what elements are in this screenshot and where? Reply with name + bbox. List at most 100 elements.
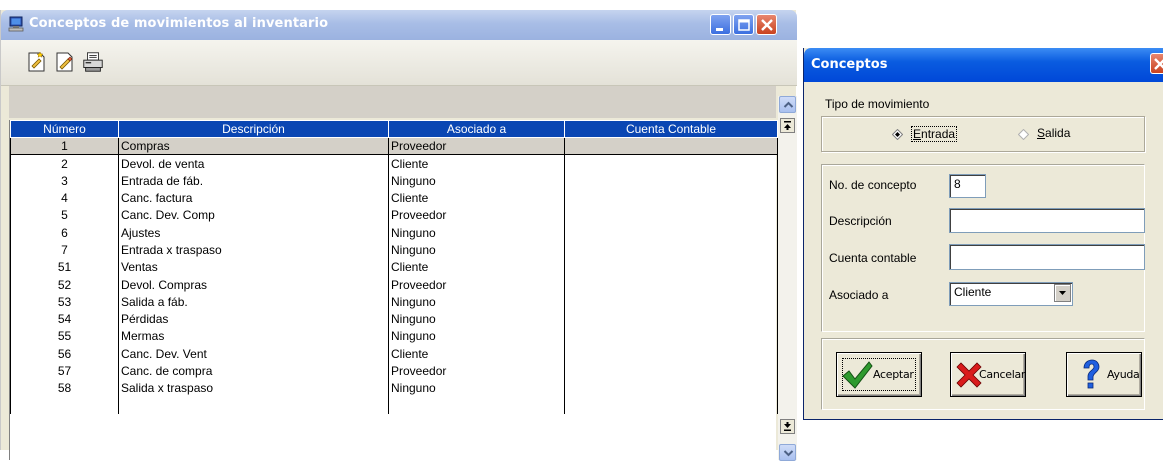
cell-descripcion: Entrada de fáb. <box>118 172 389 190</box>
new-document-icon[interactable] <box>25 50 49 74</box>
table-row[interactable]: 1 Compras Proveedor <box>10 136 778 156</box>
edit-document-icon[interactable] <box>53 50 77 74</box>
filter-strip <box>9 86 776 118</box>
cuenta-contable-field[interactable] <box>949 244 1145 270</box>
radio-salida-label: Salida <box>1037 126 1070 140</box>
close-button[interactable] <box>756 14 777 35</box>
cell-cuenta <box>564 206 778 224</box>
table-row[interactable]: 6 Ajustes Ninguno <box>10 223 778 242</box>
cell-numero: 4 <box>10 189 119 207</box>
dialog-close-button[interactable] <box>1150 53 1163 74</box>
cell-cuenta <box>564 241 778 259</box>
cell-descripcion: Canc. Dev. Vent <box>118 345 389 363</box>
cell-descripcion: Devol. Compras <box>118 275 389 294</box>
descripcion-field[interactable] <box>949 208 1145 233</box>
cell-cuenta <box>564 223 778 242</box>
scroll-top-button[interactable] <box>780 118 795 133</box>
scroll-up-icon <box>783 101 794 108</box>
table-row[interactable]: 3 Entrada de fáb. Ninguno <box>10 172 778 190</box>
radio-entrada[interactable]: Entrada <box>892 117 992 151</box>
vertical-scrollbar[interactable] <box>778 96 797 461</box>
scroll-top-icon <box>784 121 791 130</box>
cancelar-button[interactable]: Cancelar <box>950 352 1026 397</box>
cell-cuenta <box>564 172 778 190</box>
radio-selected-icon <box>892 129 903 140</box>
table-row[interactable]: 2 Devol. de venta Cliente <box>10 154 778 173</box>
radio-entrada-accel: E <box>913 127 922 141</box>
descripcion-label: Descripción <box>829 214 892 228</box>
column-header-cuenta[interactable]: Cuenta Contable <box>564 120 778 138</box>
column-header-descripcion[interactable]: Descripción <box>118 120 389 138</box>
cell-cuenta <box>564 189 778 207</box>
maximize-button[interactable] <box>733 14 754 35</box>
cell-asociado: Ninguno <box>388 379 565 397</box>
cell-numero: 2 <box>10 154 119 173</box>
cuenta-contable-label: Cuenta contable <box>829 251 917 265</box>
dialog-title-bar[interactable]: Conceptos <box>804 48 1163 82</box>
cell-numero: 55 <box>10 327 119 346</box>
minimize-button[interactable] <box>710 14 731 35</box>
cell-descripcion: Entrada x traspaso <box>118 241 389 259</box>
cell-asociado: Ninguno <box>388 223 565 242</box>
cell-numero: 53 <box>10 293 119 311</box>
table-row[interactable]: 55 Mermas Ninguno <box>10 327 778 346</box>
cell-asociado: Ninguno <box>388 310 565 328</box>
scroll-down-button[interactable] <box>779 444 796 461</box>
ayuda-label: Ayuda <box>1107 368 1140 381</box>
empty-row <box>10 396 778 415</box>
cell-cuenta <box>564 310 778 328</box>
cell-descripcion: Pérdidas <box>118 310 389 328</box>
printer-icon[interactable] <box>81 50 105 74</box>
cell-descripcion: Canc. de compra <box>118 362 389 380</box>
cell-numero: 7 <box>10 241 119 259</box>
table-row[interactable]: 52 Devol. Compras Proveedor <box>10 275 778 294</box>
table-row[interactable]: 7 Entrada x traspaso Ninguno <box>10 241 778 259</box>
cell-descripcion: Mermas <box>118 327 389 346</box>
movement-type-group: Entrada Salida <box>821 116 1145 152</box>
cell-cuenta <box>564 379 778 397</box>
minimize-icon <box>716 28 723 31</box>
table-row[interactable]: 56 Canc. Dev. Vent Cliente <box>10 345 778 363</box>
radio-unselected-icon <box>1018 129 1029 140</box>
table-row[interactable]: 51 Ventas Cliente <box>10 258 778 276</box>
cell-descripcion: Salida a fáb. <box>118 293 389 311</box>
table-row[interactable]: 58 Salida x traspaso Ninguno <box>10 379 778 397</box>
cell-asociado: Proveedor <box>388 206 565 224</box>
cell-descripcion: Canc. Dev. Comp <box>118 206 389 224</box>
cell-cuenta <box>564 327 778 346</box>
cell-cuenta <box>564 275 778 294</box>
table-row[interactable]: 5 Canc. Dev. Comp Proveedor <box>10 206 778 224</box>
no-concepto-field[interactable]: 8 <box>949 174 986 198</box>
cell-cuenta <box>564 258 778 276</box>
column-header-asociado[interactable]: Asociado a <box>388 120 565 138</box>
dropdown-button[interactable] <box>1054 284 1071 302</box>
cell-numero: 6 <box>10 223 119 242</box>
window-title: Conceptos de movimientos al inventario <box>29 16 329 31</box>
cell-numero: 57 <box>10 362 119 380</box>
scroll-bottom-icon <box>784 422 791 431</box>
cell-descripcion: Salida x traspaso <box>118 379 389 397</box>
radio-salida-text: alida <box>1045 126 1071 140</box>
table-row[interactable]: 53 Salida a fáb. Ninguno <box>10 293 778 311</box>
radio-entrada-label: Entrada <box>911 126 958 142</box>
cell-descripcion: Ajustes <box>118 223 389 242</box>
radio-salida[interactable]: Salida <box>1018 117 1108 151</box>
cell-numero: 58 <box>10 379 119 397</box>
cell-descripcion: Compras <box>118 136 389 156</box>
scroll-bottom-button[interactable] <box>780 419 795 434</box>
main-title-bar[interactable]: Conceptos de movimientos al inventario <box>1 10 797 40</box>
table-row[interactable]: 54 Pérdidas Ninguno <box>10 310 778 328</box>
column-header-numero[interactable]: Número <box>10 120 119 138</box>
table-row[interactable]: 57 Canc. de compra Proveedor <box>10 362 778 380</box>
scroll-up-button[interactable] <box>779 96 796 113</box>
no-concepto-label: No. de concepto <box>829 178 917 192</box>
toolbar <box>1 40 797 86</box>
cell-asociado: Cliente <box>388 189 565 207</box>
ayuda-button[interactable]: Ayuda <box>1066 352 1142 397</box>
table-row[interactable]: 4 Canc. factura Cliente <box>10 189 778 207</box>
asociado-select[interactable]: Cliente <box>949 282 1073 306</box>
cell-asociado: Ninguno <box>388 327 565 346</box>
aceptar-button[interactable]: Aceptar <box>836 352 922 397</box>
asociado-label: Asociado a <box>829 288 889 302</box>
cell-asociado: Ninguno <box>388 241 565 259</box>
